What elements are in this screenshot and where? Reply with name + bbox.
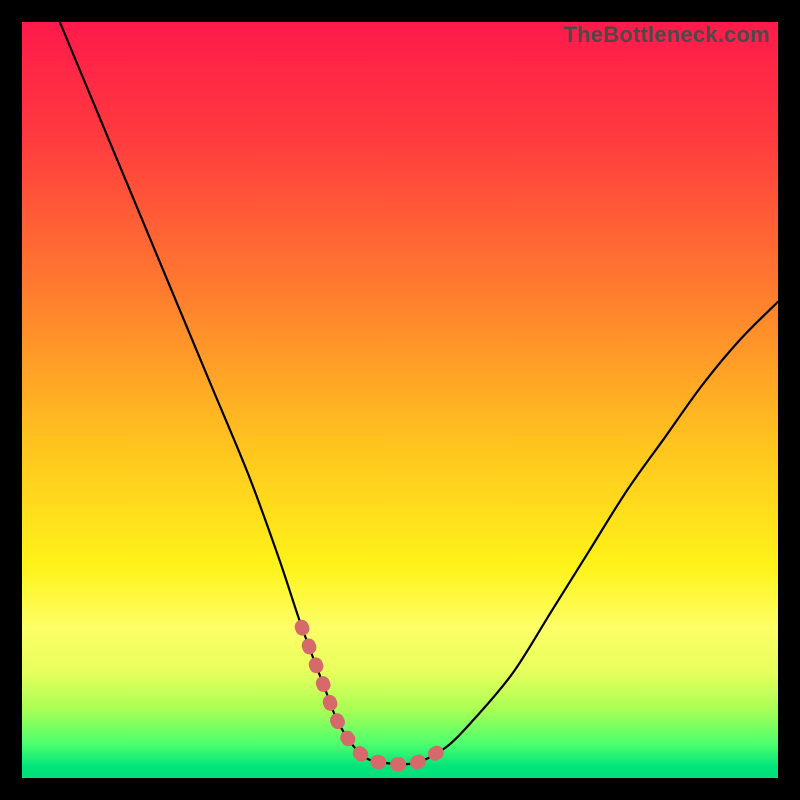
watermark-text: TheBottleneck.com <box>564 22 770 48</box>
chart-svg <box>22 22 778 778</box>
chart-frame: TheBottleneck.com <box>0 0 800 800</box>
gradient-background <box>22 22 778 778</box>
plot-area: TheBottleneck.com <box>22 22 778 778</box>
